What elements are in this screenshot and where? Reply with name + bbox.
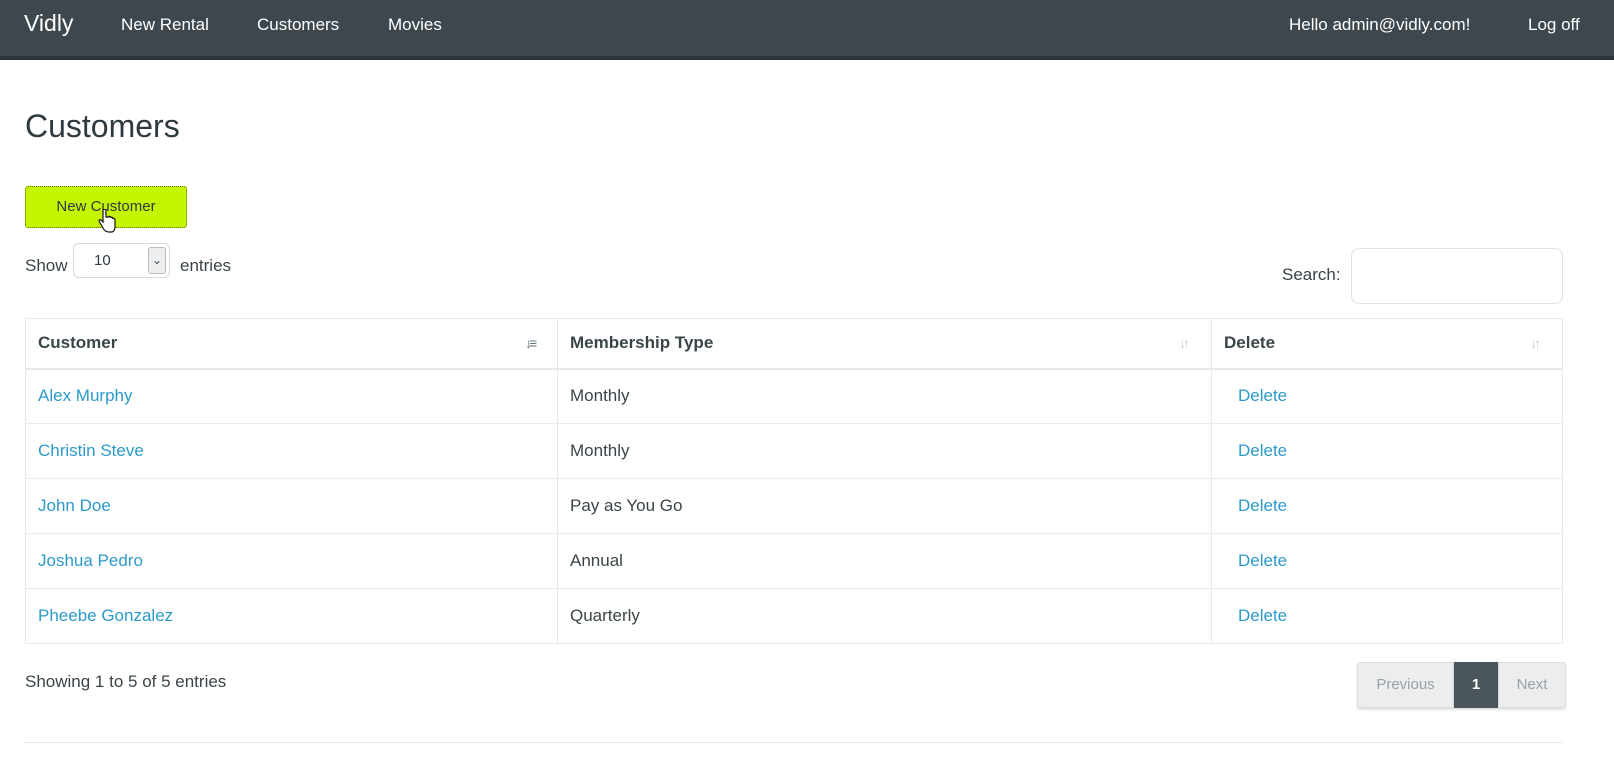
user-greeting[interactable]: Hello admin@vidly.com! [1289,15,1470,35]
membership-cell: Pay as You Go [557,478,1212,534]
customer-link[interactable]: Alex Murphy [38,386,132,405]
membership-cell: Monthly [557,423,1212,479]
hand-pointer-icon [98,209,116,233]
membership-cell: Monthly [557,368,1212,424]
membership-cell: Quarterly [557,588,1212,644]
delete-link[interactable]: Delete [1238,551,1287,570]
delete-link[interactable]: Delete [1238,606,1287,625]
previous-page-button[interactable]: Previous [1357,662,1454,708]
logoff-link[interactable]: Log off [1528,15,1580,35]
table-header-row: Customer ↓≡ Membership Type ↓↑ Delete ↓↑ [25,318,1563,370]
entries-per-page-value: 10 [94,252,111,269]
next-page-button[interactable]: Next [1498,662,1566,708]
customer-link[interactable]: John Doe [38,496,111,515]
chevron-down-icon[interactable]: ⌄ [148,247,166,274]
column-header-label: Delete [1224,333,1276,353]
nav-customers[interactable]: Customers [257,15,339,35]
delete-link[interactable]: Delete [1238,386,1287,405]
page-1-button[interactable]: 1 [1454,662,1498,708]
membership-cell: Annual [557,533,1212,589]
table-row: Joshua Pedro Annual Delete [25,533,1563,589]
sort-both-icon: ↓↑ [1179,335,1190,351]
sort-ascending-icon: ↓≡ [525,335,537,351]
table-row: John Doe Pay as You Go Delete [25,478,1563,534]
nav-new-rental[interactable]: New Rental [121,15,209,35]
page-title: Customers [25,108,180,144]
table-row: Alex Murphy Monthly Delete [25,368,1563,424]
show-label: Show [25,256,68,275]
column-header-label: Membership Type [570,333,714,353]
navbar: Vidly New Rental Customers Movies Hello … [0,0,1614,60]
customer-link[interactable]: Joshua Pedro [38,551,143,570]
customer-link[interactable]: Pheebe Gonzalez [38,606,173,625]
pagination: Previous 1 Next [1357,662,1566,708]
table-info: Showing 1 to 5 of 5 entries [25,672,227,691]
delete-link[interactable]: Delete [1238,496,1287,515]
entries-label: entries [180,256,232,275]
divider [25,742,1563,743]
column-header-membership[interactable]: Membership Type ↓↑ [557,318,1212,370]
customers-table: Customer ↓≡ Membership Type ↓↑ Delete ↓↑… [25,318,1563,644]
column-header-customer[interactable]: Customer ↓≡ [25,318,558,370]
column-header-delete[interactable]: Delete ↓↑ [1211,318,1563,370]
search-label: Search: [1282,265,1341,284]
brand-logo[interactable]: Vidly [24,10,73,37]
delete-link[interactable]: Delete [1238,441,1287,460]
sort-both-icon: ↓↑ [1530,335,1541,351]
table-row: Pheebe Gonzalez Quarterly Delete [25,588,1563,644]
entries-per-page-select[interactable]: 10 ⌄ [73,243,170,278]
search-input[interactable] [1351,248,1563,304]
column-header-label: Customer [38,333,118,353]
table-row: Christin Steve Monthly Delete [25,423,1563,479]
nav-movies[interactable]: Movies [388,15,442,35]
customer-link[interactable]: Christin Steve [38,441,144,460]
